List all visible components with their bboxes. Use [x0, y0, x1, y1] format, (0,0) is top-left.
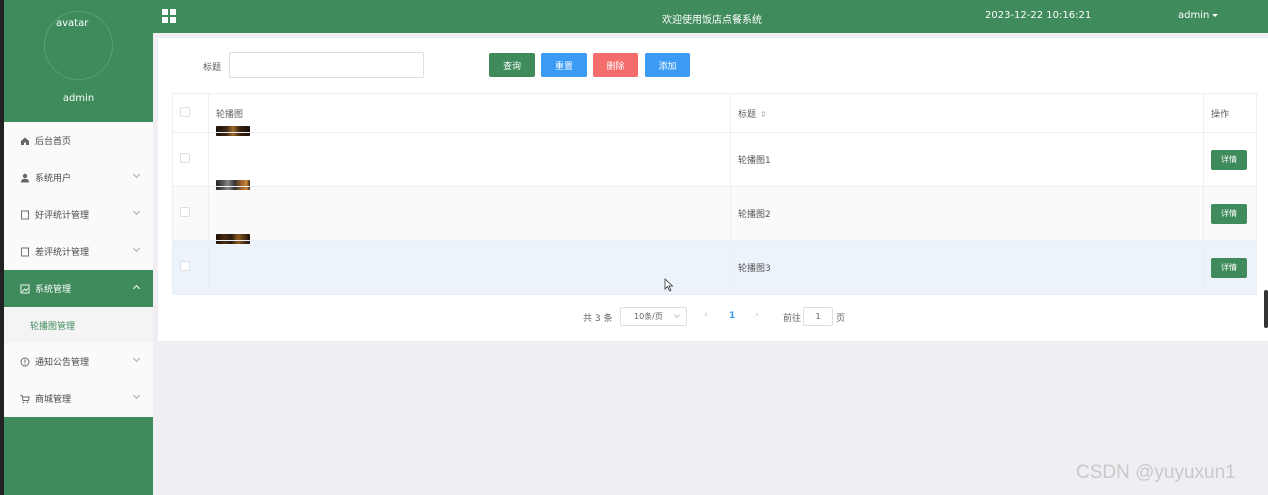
- app-title: 欢迎使用饭店点餐系统: [662, 15, 762, 26]
- row-checkbox[interactable]: [180, 207, 190, 217]
- sidebar-item-good-reviews[interactable]: 好评统计管理: [4, 196, 153, 233]
- column-header-image: 轮播图: [208, 93, 731, 133]
- content-card: 标题 查询 重置 删除 添加 轮播图 标题 ⇕ 操作 轮播图1 详情 轮播图2 详…: [158, 38, 1268, 341]
- column-header-title[interactable]: 标题 ⇕: [730, 93, 1204, 133]
- table-row[interactable]: 轮播图2 详情: [172, 179, 1257, 241]
- page-size-select[interactable]: 10条/页: [620, 307, 687, 326]
- table-row[interactable]: 轮播图3 详情: [172, 233, 1257, 295]
- sidebar-item-system[interactable]: 系统管理: [4, 270, 153, 307]
- detail-button[interactable]: 详情: [1211, 257, 1247, 278]
- chevron-down-icon: [132, 391, 141, 400]
- title-filter-label: 标题: [203, 63, 222, 73]
- page-size-value: 10条/页: [634, 312, 663, 321]
- row-select-cell[interactable]: [172, 132, 209, 187]
- next-page-icon[interactable]: ›: [755, 310, 759, 320]
- top-bar: 欢迎使用饭店点餐系统 2023-12-22 10:16:21 admin: [153, 0, 1268, 33]
- row-checkbox[interactable]: [180, 261, 190, 271]
- caret-down-icon: [1212, 13, 1219, 17]
- avatar-alt-text: avatar: [56, 18, 89, 29]
- image-icon: [20, 284, 30, 294]
- info-icon: [20, 357, 30, 367]
- document-icon: [20, 247, 30, 257]
- image-cell: [208, 233, 731, 295]
- goto-page-unit: 页: [836, 314, 846, 324]
- scrollbar-thumb[interactable]: [1264, 290, 1268, 328]
- actions-cell: 详情: [1203, 240, 1257, 295]
- sidebar-username: admin: [62, 93, 95, 104]
- reset-button[interactable]: 重置: [541, 53, 587, 77]
- user-menu-label: admin: [1178, 10, 1210, 21]
- sidebar-header: avatar admin: [4, 0, 153, 122]
- delete-button[interactable]: 删除: [593, 53, 638, 77]
- sidebar-item-mall[interactable]: 商城管理: [4, 380, 153, 417]
- column-header-title-label: 标题: [738, 109, 757, 120]
- sidebar-item-notices[interactable]: 通知公告管理: [4, 343, 153, 380]
- page-number-current[interactable]: 1: [729, 311, 735, 321]
- detail-button[interactable]: 详情: [1211, 203, 1247, 224]
- chevron-down-icon: [674, 312, 680, 318]
- actions-cell: 详情: [1203, 186, 1257, 241]
- row-select-cell[interactable]: [172, 240, 209, 295]
- sidebar-item-label: 差评统计管理: [35, 248, 90, 258]
- sidebar-item-home[interactable]: 后台首页: [4, 122, 153, 159]
- sidebar: avatar admin 后台首页 系统用户 好评统计管理 差评统计管理 系统管…: [4, 0, 153, 495]
- column-header-actions: 操作: [1203, 93, 1257, 133]
- sidebar-item-label: 通知公告管理: [35, 358, 90, 368]
- sort-icon[interactable]: ⇕: [760, 110, 767, 119]
- grid-menu-icon[interactable]: [162, 9, 176, 23]
- add-button[interactable]: 添加: [645, 53, 690, 77]
- sidebar-item-users[interactable]: 系统用户: [4, 159, 153, 196]
- carousel-thumbnail: [216, 125, 250, 136]
- sidebar-menu: 后台首页 系统用户 好评统计管理 差评统计管理 系统管理 轮播图管理 通知公告管…: [4, 122, 153, 417]
- title-cell: 轮播图3: [730, 240, 1204, 295]
- title-cell: 轮播图1: [730, 132, 1204, 187]
- watermark: CSDN @yuyuxun1: [1076, 462, 1236, 483]
- sidebar-item-label: 后台首页: [35, 137, 72, 147]
- chevron-up-icon: [132, 284, 141, 293]
- detail-button[interactable]: 详情: [1211, 149, 1247, 170]
- carousel-thumbnail: [216, 233, 250, 244]
- chevron-down-icon: [132, 207, 141, 216]
- prev-page-icon[interactable]: ‹: [704, 310, 708, 320]
- datetime: 2023-12-22 10:16:21: [985, 10, 1092, 21]
- carousel-thumbnail: [216, 179, 250, 190]
- title-filter-input[interactable]: [229, 52, 424, 78]
- user-menu[interactable]: admin: [1178, 10, 1219, 21]
- sidebar-item-label: 系统管理: [35, 285, 72, 295]
- pagination-total: 共 3 条: [583, 314, 613, 324]
- chevron-down-icon: [132, 170, 141, 179]
- query-button[interactable]: 查询: [489, 53, 535, 77]
- image-cell: [208, 179, 731, 241]
- chevron-down-icon: [132, 354, 141, 363]
- row-checkbox[interactable]: [180, 153, 190, 163]
- sidebar-item-bad-reviews[interactable]: 差评统计管理: [4, 233, 153, 270]
- goto-label: 前往: [783, 314, 802, 324]
- document-icon: [20, 210, 30, 220]
- header-select-all[interactable]: [172, 93, 209, 133]
- goto-page-input[interactable]: 1: [803, 307, 833, 326]
- user-icon: [20, 173, 30, 183]
- cart-icon: [20, 394, 30, 404]
- chevron-down-icon: [132, 244, 141, 253]
- table-header-row: 轮播图 标题 ⇕ 操作: [172, 93, 1257, 133]
- sidebar-item-label: 系统用户: [35, 174, 72, 184]
- sidebar-subitem-carousel[interactable]: 轮播图管理: [4, 307, 153, 343]
- row-select-cell[interactable]: [172, 186, 209, 241]
- sidebar-item-label: 好评统计管理: [35, 211, 90, 221]
- actions-cell: 详情: [1203, 132, 1257, 187]
- select-all-checkbox[interactable]: [180, 106, 190, 117]
- title-cell: 轮播图2: [730, 186, 1204, 241]
- sidebar-item-label: 商城管理: [35, 395, 72, 405]
- image-cell: [208, 125, 731, 187]
- carousel-table: 轮播图 标题 ⇕ 操作 轮播图1 详情 轮播图2 详情 轮播图3 详情: [172, 93, 1257, 295]
- home-icon: [20, 136, 30, 146]
- table-row[interactable]: 轮播图1 详情: [172, 125, 1257, 187]
